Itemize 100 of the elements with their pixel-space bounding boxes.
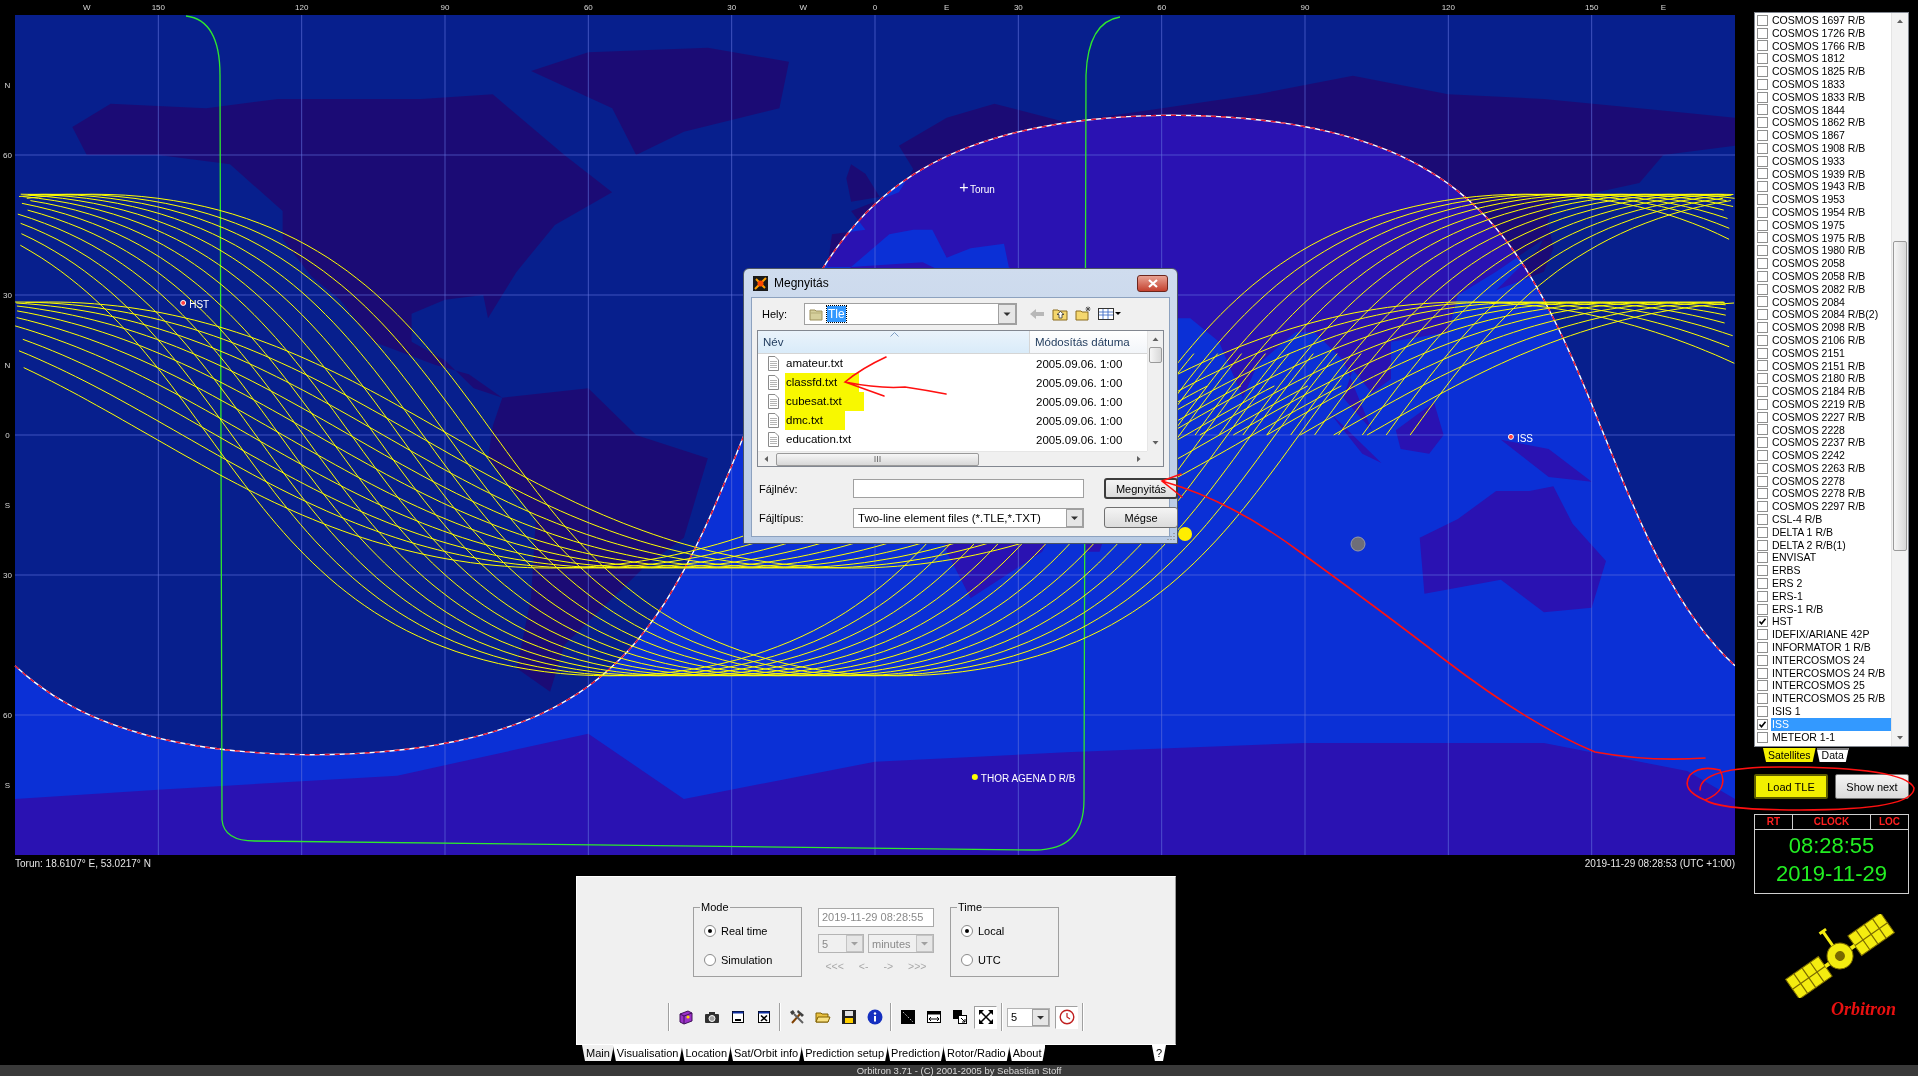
radio-button[interactable] [961,925,973,937]
satellite-item[interactable]: COSMOS 2151 [1771,346,1891,360]
help-tab[interactable]: ? [1151,1045,1166,1061]
satellite-checkbox[interactable] [1757,373,1768,385]
satellite-item[interactable]: COSMOS 1833 [1771,78,1891,91]
satellite-item[interactable]: COSMOS 1939 R/B [1771,167,1891,181]
sidebar-button[interactable]: Show next [1835,774,1909,799]
satellite-checkbox[interactable] [1757,78,1768,90]
satellite-item[interactable]: COSMOS 1954 R/B [1771,205,1891,219]
filename-field[interactable] [853,479,1084,498]
satellite-item[interactable]: COSMOS 2058 [1771,257,1891,270]
satellite-checkbox[interactable] [1757,526,1768,538]
satellite-checkbox[interactable] [1757,488,1768,500]
satellite-item[interactable]: COSMOS 1726 R/B [1771,26,1891,40]
satellite-checkbox[interactable] [1757,245,1768,257]
satellite-item[interactable]: COSMOS 2180 R/B [1771,372,1891,386]
satellite-item[interactable]: COSMOS 1867 [1771,129,1891,142]
satellite-checkbox[interactable] [1757,360,1768,372]
tab[interactable]: About [1008,1045,1046,1061]
satellite-checkbox[interactable] [1757,283,1768,295]
tab[interactable]: Prediction setup [801,1045,889,1061]
satellite-checkbox[interactable] [1757,398,1768,410]
satellite-item[interactable]: IDEFIX/ARIANE 42P [1771,628,1891,642]
satellite-item[interactable]: COSMOS 2184 R/B [1771,385,1891,398]
satellite-item[interactable]: INFORMATOR 1 R/B [1771,641,1891,654]
satellite-item[interactable]: CSL-4 R/B [1771,513,1891,526]
satellite-checkbox[interactable] [1757,270,1768,282]
back-arrow-icon[interactable] [1029,306,1045,322]
satellite-checkbox[interactable] [1757,731,1768,743]
satellite-item[interactable]: COSMOS 2278 R/B [1771,487,1891,501]
satellite-item[interactable]: COSMOS 1980 R/B [1771,244,1891,258]
tab[interactable]: Data [1816,748,1849,762]
satellite-checkbox[interactable] [1757,603,1768,615]
view-menu-icon[interactable] [1098,306,1122,322]
satellite-checkbox[interactable] [1757,232,1768,244]
dialog-button[interactable]: Megnyitás [1104,478,1178,499]
satellite-checkbox[interactable] [1757,155,1768,167]
satellite-checkbox[interactable] [1757,27,1768,39]
satellite-item[interactable]: ENVISAT [1771,551,1891,565]
satellite-checkbox[interactable] [1757,296,1768,308]
satellite-checkbox[interactable] [1757,194,1768,206]
satellite-checkbox[interactable] [1757,539,1768,551]
satellite-checkbox[interactable] [1757,680,1768,692]
satellite-checkbox[interactable] [1757,437,1768,449]
tab[interactable]: Main [582,1045,614,1061]
satellite-checkbox[interactable] [1757,577,1768,589]
satellite-checkbox[interactable] [1757,590,1768,602]
satellite-item[interactable]: COSMOS 1943 R/B [1771,180,1891,194]
satellite-checkbox[interactable] [1757,104,1768,116]
satellite-item[interactable]: COSMOS 2242 [1771,449,1891,462]
satellite-item[interactable]: INTERCOSMOS 25 [1771,679,1891,693]
horizontal-scrollbar[interactable] [758,451,1147,466]
satellite-item[interactable]: COSMOS 1766 R/B [1771,39,1891,53]
satellite-item[interactable]: COSMOS 1908 R/B [1771,141,1891,155]
satellite-item[interactable]: INTERCOSMOS 24 R/B [1771,666,1891,680]
satellite-checkbox[interactable] [1757,705,1768,717]
dialog-button[interactable]: Mégse [1104,507,1178,528]
satellite-checkbox[interactable] [1757,667,1768,679]
scroll-thumb[interactable] [1149,347,1162,363]
satellite-checkbox[interactable] [1757,309,1768,321]
close-button[interactable] [1137,274,1168,292]
satellite-checkbox[interactable] [1757,565,1768,577]
tab[interactable]: Prediction [887,1045,944,1061]
scroll-thumb[interactable] [776,452,979,466]
satellite-checkbox[interactable] [1757,513,1768,525]
new-folder-icon[interactable] [1075,306,1091,322]
number-dropdown[interactable]: 5 [1007,1007,1050,1027]
satellite-item[interactable]: COSMOS 1975 R/B [1771,231,1891,245]
satellite-checkbox[interactable] [1757,411,1768,423]
satellite-item[interactable]: COSMOS 2084 R/B(2) [1771,308,1891,322]
column-header[interactable]: Módosítás dátuma [1030,331,1147,353]
satellite-item[interactable]: COSMOS 2219 R/B [1771,397,1891,411]
satellite-checkbox[interactable] [1757,552,1768,564]
satellite-item[interactable]: ERS-1 R/B [1771,602,1891,616]
satellite-checkbox[interactable] [1757,117,1768,129]
satellite-item[interactable]: COSMOS 2278 [1771,474,1891,488]
satellite-item[interactable]: COSMOS 2227 R/B [1771,410,1891,424]
radio-button[interactable] [704,925,716,937]
satellite-item[interactable]: COSMOS 2106 R/B [1771,333,1891,347]
satellite-item[interactable]: COSMOS 1697 R/B [1771,14,1891,27]
column-header[interactable]: Név [758,331,1030,353]
scroll-thumb[interactable] [1893,241,1907,551]
satellite-checkbox[interactable] [1757,258,1768,270]
folder-up-icon[interactable] [1052,306,1068,322]
tab[interactable]: Sat/Orbit info [730,1045,803,1061]
satellite-item[interactable]: ISIS 1 [1771,705,1891,718]
file-name[interactable]: cubesat.txt [785,392,864,411]
satellite-checkbox[interactable] [1757,386,1768,397]
satellite-checkbox[interactable] [1757,616,1768,628]
satellite-item[interactable]: COSMOS 2098 R/B [1771,321,1891,334]
satellite-checkbox[interactable] [1757,424,1768,436]
satellite-checkbox[interactable] [1757,718,1768,730]
satellite-checkbox[interactable] [1757,501,1768,513]
satellite-item[interactable]: METEOR 1-1 [1771,730,1891,744]
satellite-checkbox[interactable] [1757,347,1768,359]
file-name[interactable]: amateur.txt [785,354,846,373]
satellite-checkbox[interactable] [1757,475,1768,487]
file-name[interactable]: dmc.txt [785,411,846,430]
sidebar-button[interactable]: Load TLE [1754,774,1828,799]
satellite-checkbox[interactable] [1757,206,1768,218]
